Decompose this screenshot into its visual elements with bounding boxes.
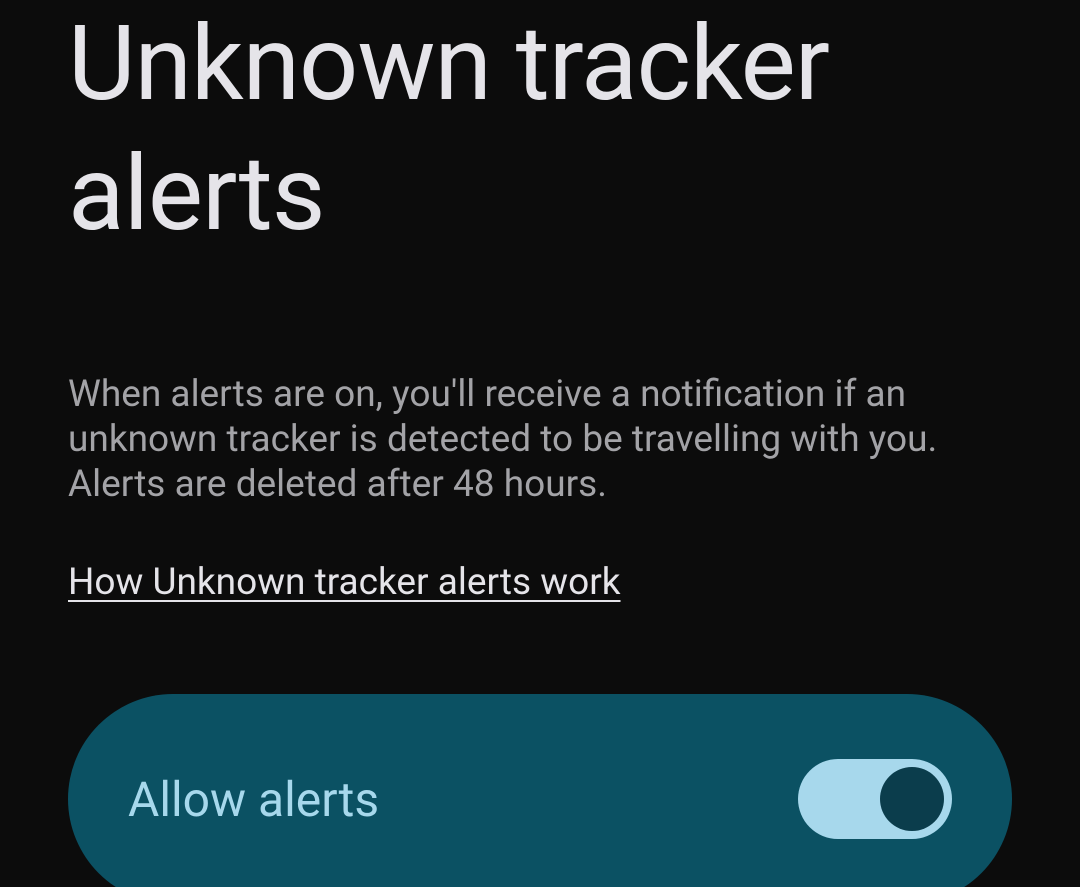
switch-thumb	[880, 767, 944, 831]
page-description: When alerts are on, you'll receive a not…	[68, 372, 1012, 507]
switch-track[interactable]	[798, 759, 952, 839]
page-title: Unknown tracker alerts	[68, 0, 1012, 260]
allow-alerts-toggle[interactable]: Allow alerts	[68, 694, 1012, 887]
toggle-label: Allow alerts	[128, 771, 379, 828]
help-link[interactable]: How Unknown tracker alerts work	[68, 561, 621, 604]
